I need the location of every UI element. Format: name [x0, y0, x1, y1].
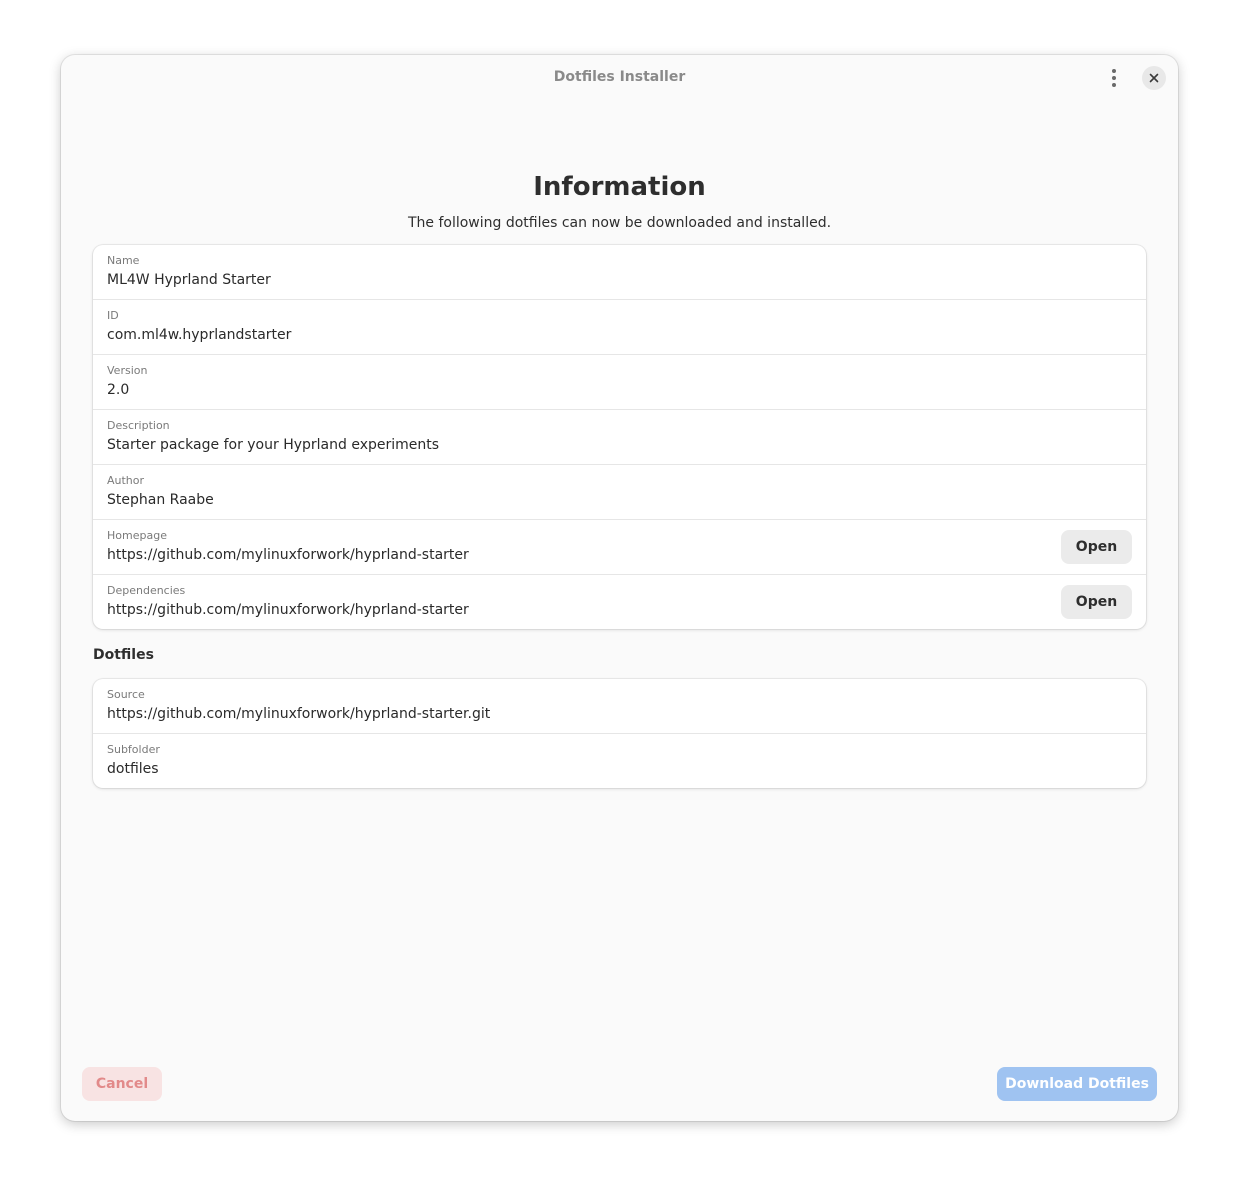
row-value: com.ml4w.hyprlandstarter — [107, 327, 292, 343]
dotfiles-card: Source https://github.com/mylinuxforwork… — [93, 679, 1146, 788]
row-label: ID — [107, 309, 119, 322]
download-dotfiles-button[interactable]: Download Dotfiles — [997, 1067, 1157, 1101]
info-row-version: Version 2.0 — [93, 355, 1146, 410]
row-value: ML4W Hyprland Starter — [107, 272, 271, 288]
window-title: Dotfiles Installer — [553, 69, 686, 85]
row-value: https://github.com/mylinuxforwork/hyprla… — [107, 706, 491, 722]
row-label: Name — [107, 254, 140, 267]
info-row-dependencies: Dependencies https://github.com/mylinuxf… — [93, 575, 1146, 629]
info-row-homepage: Homepage https://github.com/mylinuxforwo… — [93, 520, 1146, 575]
titlebar: Dotfiles Installer — [61, 55, 1178, 101]
info-row-id: ID com.ml4w.hyprlandstarter — [93, 300, 1146, 355]
row-label: Dependencies — [107, 584, 186, 597]
open-homepage-button[interactable]: Open — [1061, 530, 1132, 564]
open-dependencies-button[interactable]: Open — [1061, 585, 1132, 619]
row-value: Starter package for your Hyprland experi… — [107, 437, 440, 453]
info-row-description: Description Starter package for your Hyp… — [93, 410, 1146, 465]
info-row-author: Author Stephan Raabe — [93, 465, 1146, 520]
vertical-dots-icon-dot — [1112, 76, 1116, 80]
row-value: https://github.com/mylinuxforwork/hyprla… — [107, 547, 469, 563]
dotfiles-section-title: Dotfiles — [93, 647, 154, 663]
page-title: Information — [533, 172, 706, 202]
dotfiles-row-source: Source https://github.com/mylinuxforwork… — [93, 679, 1146, 734]
dialog-window: Dotfiles Installer Information The follo… — [61, 55, 1178, 1121]
page-subtitle: The following dotfiles can now be downlo… — [407, 215, 832, 231]
row-label: Description — [107, 419, 170, 432]
row-label: Author — [107, 474, 145, 487]
vertical-dots-icon-dot — [1112, 83, 1116, 87]
vertical-dots-icon — [1112, 69, 1116, 73]
close-button[interactable] — [1142, 66, 1166, 90]
cancel-button[interactable]: Cancel — [82, 1067, 162, 1101]
row-value: https://github.com/mylinuxforwork/hyprla… — [107, 602, 469, 618]
close-icon — [1149, 73, 1159, 83]
row-label: Subfolder — [107, 743, 160, 756]
info-card: Name ML4W Hyprland Starter ID com.ml4w.h… — [93, 245, 1146, 629]
dotfiles-row-subfolder: Subfolder dotfiles — [93, 734, 1146, 788]
main-menu-button[interactable] — [1102, 65, 1126, 91]
row-value: Stephan Raabe — [107, 492, 214, 508]
row-value: dotfiles — [107, 761, 159, 777]
row-label: Version — [107, 364, 148, 377]
row-value: 2.0 — [107, 382, 130, 398]
row-label: Source — [107, 688, 145, 701]
info-row-name: Name ML4W Hyprland Starter — [93, 245, 1146, 300]
row-label: Homepage — [107, 529, 167, 542]
